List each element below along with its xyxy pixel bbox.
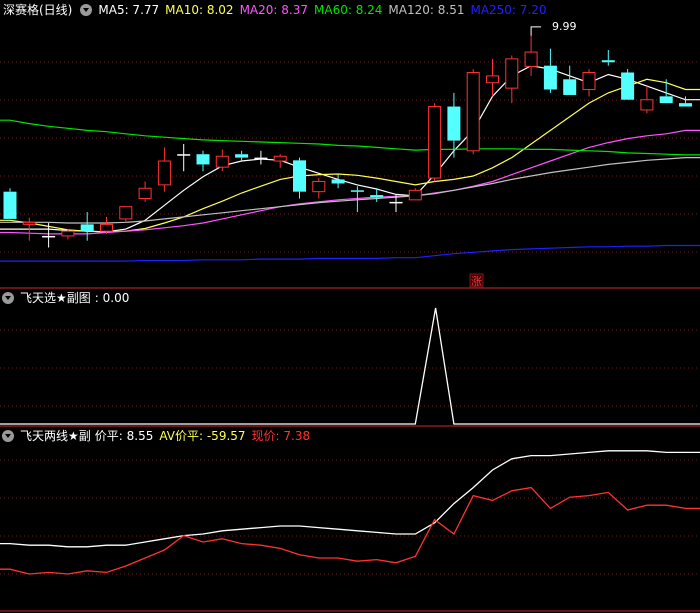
candle-body [524,51,538,67]
candle-body [621,72,635,100]
ma250-line [0,244,700,262]
ma10-line [0,78,700,233]
candle-body [543,65,557,90]
candle-body [389,201,403,204]
candle-body [312,180,326,193]
candle-body [138,187,152,199]
candle-body [428,106,442,179]
candle[interactable] [543,48,557,93]
candle-body [196,154,210,165]
vp-line [0,450,700,548]
candle[interactable] [466,69,480,155]
candle-body [42,235,56,238]
candle-body [80,224,94,232]
candle[interactable] [447,92,461,158]
high-price-pointer [530,26,542,36]
candle-body [157,160,171,186]
candle[interactable] [408,188,422,201]
candle-body [3,191,17,219]
candle-body [235,154,249,158]
candle[interactable] [235,150,249,162]
candle-body [331,179,345,184]
candle[interactable] [312,178,326,199]
high-price-label: 9.99 [552,20,577,33]
candle-body [466,71,480,152]
candle-body [408,189,422,201]
candle-body [447,106,461,141]
candle[interactable] [80,212,94,241]
candle[interactable] [3,188,17,219]
candle[interactable] [582,69,596,97]
candle-body [273,155,287,162]
candle[interactable] [428,103,442,182]
candle-body [293,160,306,192]
candle-body [679,103,692,107]
candles-layer [3,35,692,248]
candle-body [601,60,615,63]
candle[interactable] [254,150,268,165]
candle-body [486,75,499,84]
candle[interactable] [601,50,615,66]
candle[interactable] [100,216,113,234]
candle-body [61,230,75,237]
candle[interactable] [524,35,538,76]
candle[interactable] [563,65,577,95]
candle-body [119,206,133,220]
candle-body [582,71,596,91]
candle[interactable] [621,69,635,100]
candle-body [254,157,268,160]
candle-body [505,58,519,89]
ma5-line [0,65,700,233]
candle-body [100,223,113,232]
candle[interactable] [119,206,133,223]
candle-body [370,195,384,198]
candle[interactable] [293,157,306,199]
candle[interactable] [138,181,152,202]
candle[interactable] [331,174,345,189]
candle[interactable] [486,58,499,97]
sub1-lines [0,307,700,425]
moving-average-lines [0,65,700,262]
candle[interactable] [273,154,287,168]
sub2-lines [0,450,700,575]
grid-layer [0,61,700,575]
candle[interactable] [196,150,210,172]
candle-body [22,221,36,225]
candle-body [350,190,364,192]
ma120-line [0,157,700,224]
candle[interactable] [640,86,654,114]
stock-chart-canvas[interactable]: 9.99 涨 [0,0,700,613]
candle[interactable] [177,144,191,172]
candle-body [659,96,673,104]
candle[interactable] [505,55,519,104]
candle-body [563,79,577,95]
sub1-line [0,307,700,425]
candle[interactable] [157,147,171,192]
candle-body [177,154,191,156]
zhang-label: 涨 [471,275,482,288]
candle-body [215,155,229,168]
candle-body [640,99,654,111]
panel-separators [0,287,700,612]
